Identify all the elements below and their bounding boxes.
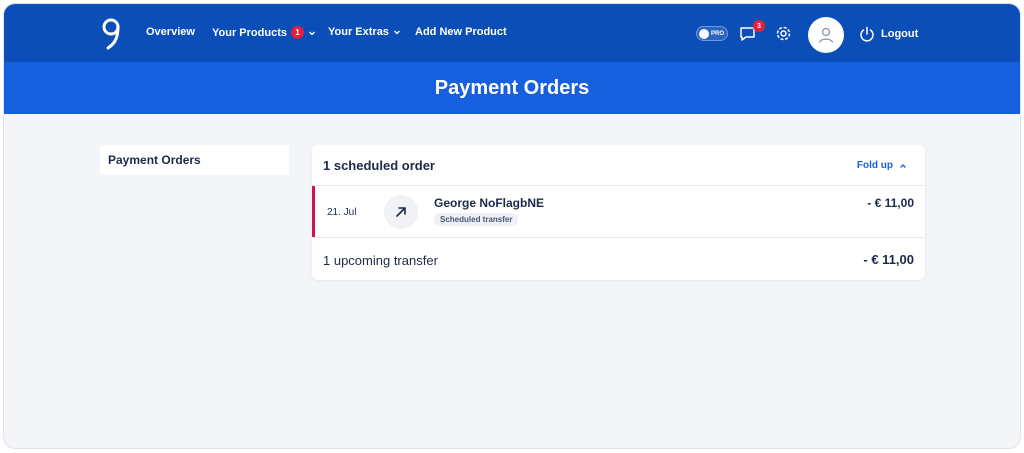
logout-label: Logout — [881, 28, 919, 40]
top-navigation-bar: Overview Your Products 1 Your Extras Add… — [4, 4, 1020, 62]
recipient-name: George NoFlagbNE — [434, 196, 545, 210]
sidebar-item-label: Payment Orders — [108, 153, 201, 167]
order-amount: - € 11,00 — [867, 196, 914, 210]
card-header: 1 scheduled order Fold up — [312, 145, 925, 186]
row-accent-bar — [312, 186, 315, 237]
scheduled-orders-card: 1 scheduled order Fold up 21. Jul George… — [312, 145, 925, 280]
payment-order-row[interactable]: 21. Jul George NoFlagbNE Scheduled trans… — [312, 186, 925, 238]
arrow-up-right-icon — [396, 207, 406, 217]
nav-your-products[interactable]: Your Products 1 — [212, 26, 316, 39]
app-window: Overview Your Products 1 Your Extras Add… — [3, 3, 1021, 449]
fold-up-button[interactable]: Fold up — [857, 160, 907, 171]
user-avatar-icon — [818, 27, 834, 43]
products-count-badge: 1 — [290, 26, 304, 39]
toggle-knob — [699, 28, 709, 39]
power-icon — [860, 26, 874, 42]
nav-overview-label: Overview — [146, 26, 195, 38]
pro-label: PRO — [711, 30, 725, 37]
fold-up-label: Fold up — [856, 160, 893, 171]
order-date: 21. Jul — [327, 207, 357, 218]
nav-add-new-product-label: Add New Product — [415, 26, 507, 38]
chevron-up-icon — [900, 163, 906, 168]
messages-badge: 3 — [753, 20, 765, 32]
chevron-down-icon — [309, 31, 315, 35]
upcoming-transfer-summary: 1 upcoming transfer — [323, 253, 438, 268]
page-header-banner: Payment Orders — [4, 62, 1020, 114]
nav-overview[interactable]: Overview — [146, 26, 195, 38]
nav-your-extras-label: Your Extras — [328, 26, 389, 38]
order-type-tag: Scheduled transfer — [434, 213, 519, 226]
card-title: 1 scheduled order — [323, 158, 435, 173]
logout-button[interactable]: Logout — [859, 26, 918, 42]
nav-your-products-label: Your Products — [212, 26, 287, 39]
nav-add-new-product[interactable]: Add New Product — [415, 26, 507, 38]
transfer-icon-wrapper — [384, 195, 418, 229]
logo-icon[interactable] — [100, 17, 122, 51]
user-avatar[interactable] — [808, 17, 844, 53]
upcoming-transfer-total: - € 11,00 — [863, 252, 914, 267]
chevron-down-icon — [393, 30, 400, 35]
sidebar-item-payment-orders[interactable]: Payment Orders — [100, 145, 289, 175]
pro-toggle[interactable]: PRO — [696, 26, 728, 41]
page-title: Payment Orders — [434, 76, 590, 99]
nav-your-extras[interactable]: Your Extras — [328, 26, 401, 38]
settings-icon[interactable] — [775, 25, 792, 42]
